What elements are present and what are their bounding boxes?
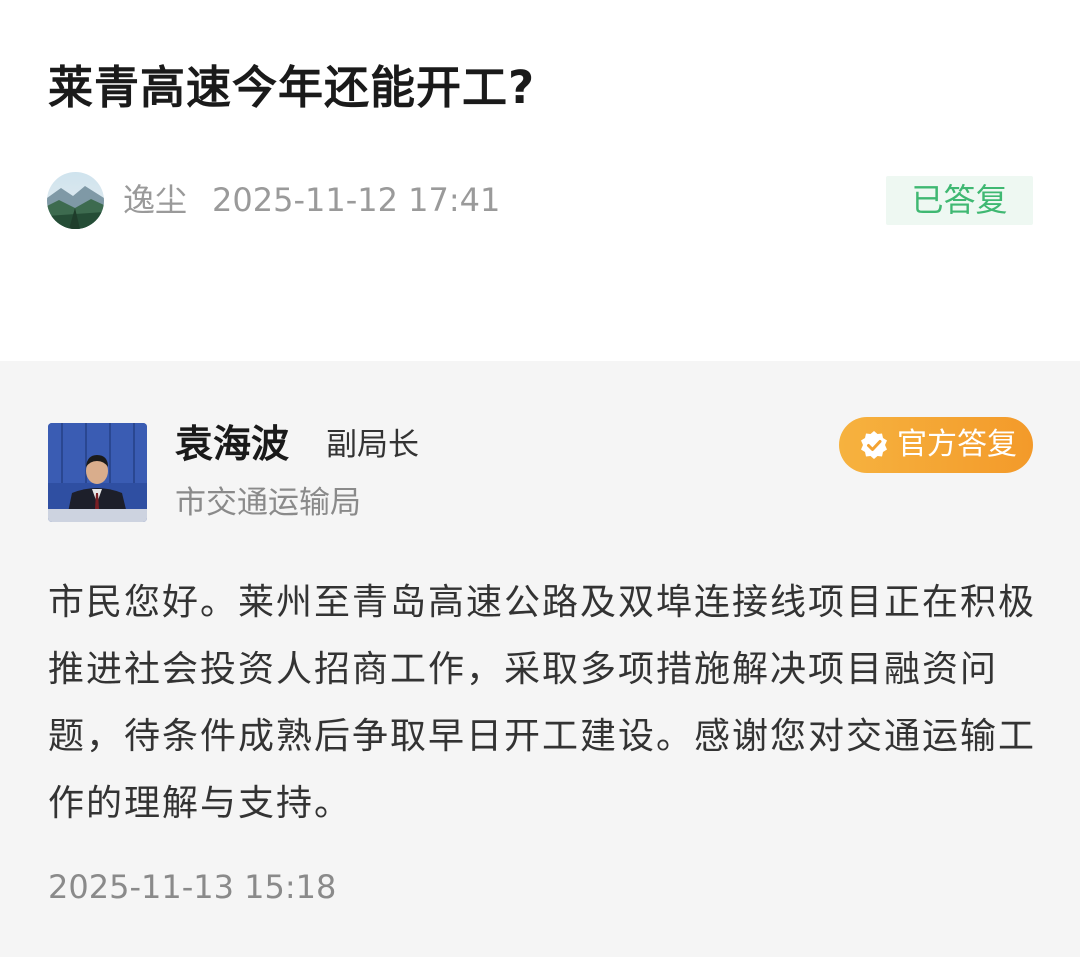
official-role: 副局长: [326, 427, 419, 463]
page: 莱青高速今年还能开工? 逸尘 2025-11-12 17:41 已答复 袁海波 …: [0, 0, 1080, 957]
official-reply-label: 官方答复: [897, 427, 1017, 462]
author-name[interactable]: 逸尘: [123, 180, 187, 220]
question-title: 莱青高速今年还能开工?: [48, 61, 536, 114]
official-portrait-image: [48, 423, 147, 522]
question-time: 2025-11-12 17:41: [212, 181, 501, 219]
question-section: 莱青高速今年还能开工? 逸尘 2025-11-12 17:41 已答复: [0, 0, 1080, 361]
answer-body: 市民您好。莱州至青岛高速公路及双埠连接线项目正在积极推进社会投资人招商工作，采取…: [48, 582, 1037, 824]
official-photo: [48, 423, 147, 522]
answer-time: 2025-11-13 15:18: [48, 868, 337, 906]
answer-section: 袁海波 副局长 市交通运输局 官方答复 市民您好。莱州至青岛高速公路及双埠连接线…: [0, 361, 1080, 957]
verified-check-icon: [861, 431, 887, 459]
official-name: 袁海波: [175, 422, 290, 466]
official-department: 市交通运输局: [175, 485, 361, 521]
landscape-avatar-image: [47, 172, 104, 229]
status-badge: 已答复: [886, 176, 1033, 225]
author-avatar[interactable]: [47, 172, 104, 229]
official-reply-badge: 官方答复: [839, 417, 1033, 473]
